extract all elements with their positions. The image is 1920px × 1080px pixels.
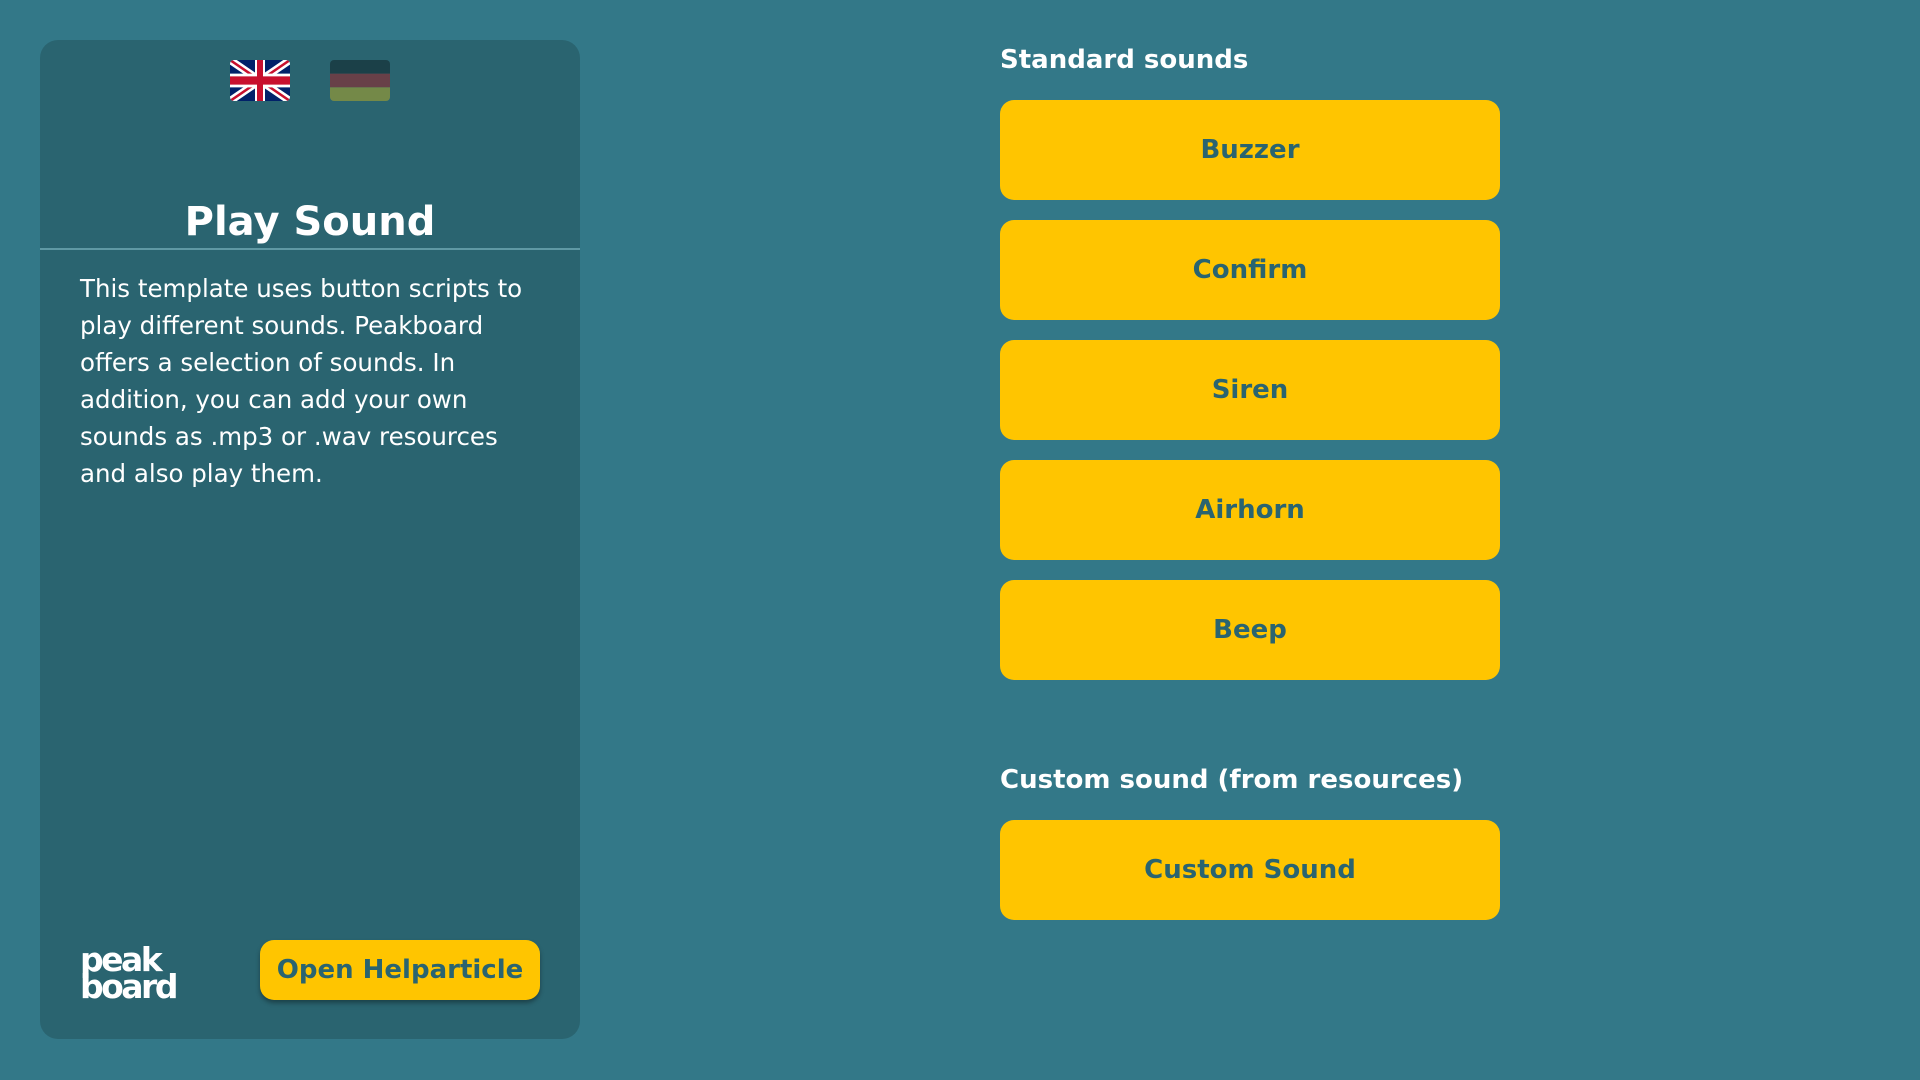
confirm-button[interactable]: Confirm <box>1000 220 1500 320</box>
info-panel: Play Sound This template uses button scr… <box>40 40 580 1039</box>
logo-line-2: board <box>80 967 178 1006</box>
description-text: This template uses button scripts to pla… <box>80 274 523 488</box>
flag-de-icon[interactable] <box>330 60 390 101</box>
screen: Play Sound This template uses button scr… <box>0 0 1920 1080</box>
custom-sound-button[interactable]: Custom Sound <box>1000 820 1500 920</box>
peakboard-logo: peak board <box>80 943 184 1006</box>
open-help-article-button[interactable]: Open Helparticle <box>260 940 540 1000</box>
buzzer-button[interactable]: Buzzer <box>1000 100 1500 200</box>
standard-sounds-heading: Standard sounds <box>1000 45 1249 75</box>
custom-sound-heading: Custom sound (from resources) <box>1000 765 1464 795</box>
siren-button[interactable]: Siren <box>1000 340 1500 440</box>
page-title: Play Sound <box>184 199 436 245</box>
standard-sounds-list: Buzzer Confirm Siren Airhorn Beep <box>1000 100 1500 700</box>
flag-uk-icon[interactable] <box>230 60 290 101</box>
beep-button[interactable]: Beep <box>1000 580 1500 680</box>
language-switch <box>40 60 580 102</box>
title-divider <box>40 248 580 250</box>
airhorn-button[interactable]: Airhorn <box>1000 460 1500 560</box>
